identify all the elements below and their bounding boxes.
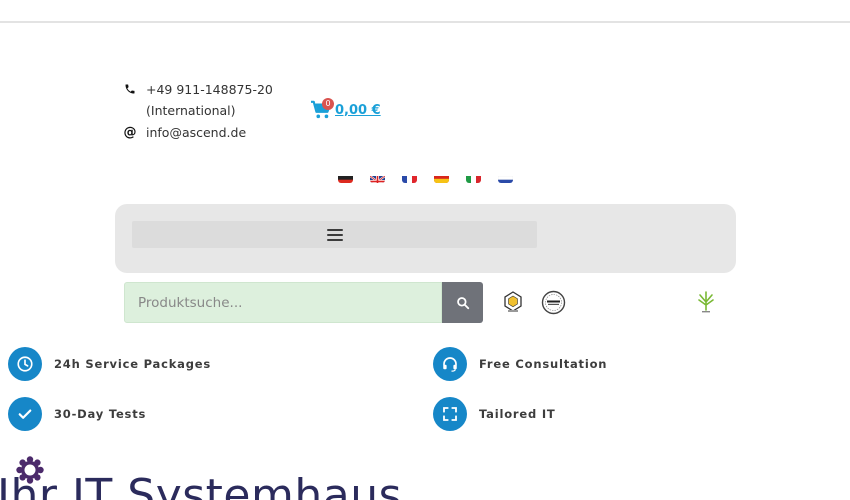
flag-ru-icon[interactable] [498, 172, 513, 183]
feature-tailored-it: Tailored IT [433, 397, 556, 431]
clock-icon [8, 347, 42, 381]
flag-it-icon[interactable] [466, 172, 481, 183]
flag-fr-icon[interactable] [402, 172, 417, 183]
fullscreen-icon [433, 397, 467, 431]
email-address[interactable]: info@ascend.de [146, 125, 246, 140]
leaf-logo-icon [696, 290, 716, 318]
feature-label: 30-Day Tests [54, 407, 147, 421]
search-button[interactable] [442, 282, 483, 323]
feature-label: Tailored IT [479, 407, 556, 421]
top-bar [0, 0, 850, 23]
seal-badge-icon [541, 290, 566, 319]
menu-toggle-button[interactable] [132, 221, 537, 248]
feature-free-consultation: Free Consultation [433, 347, 607, 381]
contact-phone-note: (International) [146, 103, 236, 118]
phone-note: (International) [146, 103, 236, 118]
feature-label: 24h Service Packages [54, 357, 211, 371]
flag-de-icon[interactable] [338, 172, 353, 183]
feature-service-packages: 24h Service Packages [8, 347, 211, 381]
certificate-badge-icon [502, 290, 524, 318]
hamburger-icon [326, 228, 343, 241]
search-icon [456, 296, 469, 309]
search-input[interactable] [124, 282, 442, 323]
flag-es-icon[interactable] [434, 172, 449, 183]
feature-label: Free Consultation [479, 357, 608, 371]
phone-number[interactable]: +49 911-148875-20 [146, 82, 273, 97]
contact-phone[interactable]: +49 911-148875-20 [122, 81, 273, 97]
phone-icon [122, 81, 138, 97]
at-icon: @ [123, 124, 137, 140]
language-switcher [338, 172, 513, 183]
cart-link[interactable]: 0 0,00 € [310, 98, 381, 120]
check-icon [8, 397, 42, 431]
cart-count-badge: 0 [322, 98, 334, 110]
cart-total[interactable]: 0,00 € [335, 103, 381, 118]
contact-email[interactable]: @ info@ascend.de [122, 124, 247, 140]
cart-icon: 0 [310, 98, 334, 120]
hero-title: Ihr IT Systemhaus [0, 470, 403, 500]
flag-en-icon[interactable] [370, 172, 385, 183]
feature-30-day-tests: 30-Day Tests [8, 397, 146, 431]
product-search [124, 282, 483, 323]
headset-icon [433, 347, 467, 381]
nav-container [115, 204, 736, 273]
